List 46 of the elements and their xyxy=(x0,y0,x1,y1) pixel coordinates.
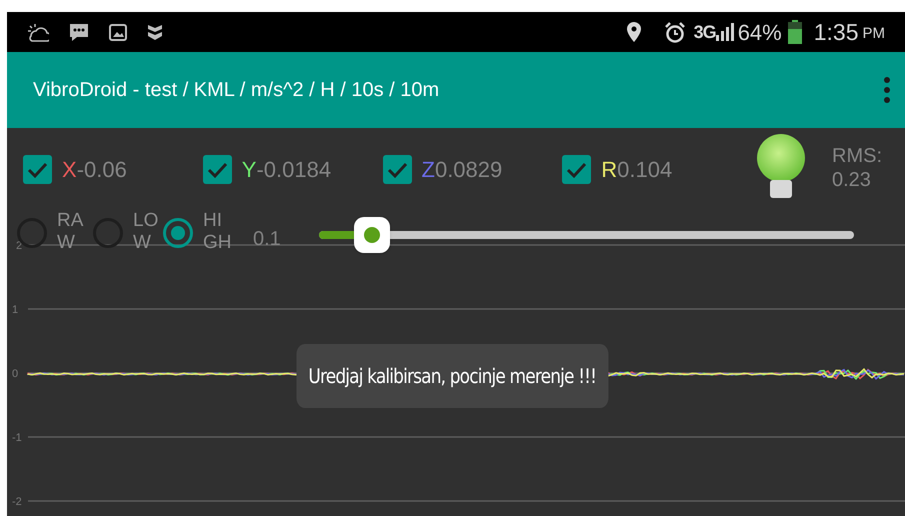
channel-letter: X xyxy=(62,156,77,184)
message-icon xyxy=(69,22,89,42)
axis-tick-label: -1 xyxy=(12,432,22,444)
channel-value: 0.104 xyxy=(617,156,672,184)
radio-label: LOW xyxy=(133,210,160,254)
check-icon xyxy=(206,160,228,178)
slider-thumb[interactable] xyxy=(354,217,390,253)
channel-value: -0.06 xyxy=(76,156,127,184)
radio-button[interactable] xyxy=(163,218,193,248)
weather-icon xyxy=(27,22,49,42)
check-icon xyxy=(386,160,408,178)
image-icon xyxy=(109,24,127,40)
rms-value: 0.23 xyxy=(832,168,872,192)
checkbox[interactable] xyxy=(562,155,592,184)
alarm-icon xyxy=(664,22,686,42)
radio-label: RAW xyxy=(57,210,84,254)
check-icon xyxy=(566,160,588,178)
radio-button[interactable] xyxy=(93,218,123,248)
signal-icon xyxy=(716,23,734,41)
radio-button[interactable] xyxy=(17,218,47,248)
rms-label: RMS: xyxy=(832,144,882,168)
channel-letter: Z xyxy=(422,156,435,184)
axis-tick-label: 0 xyxy=(12,368,18,380)
clock-period: PM xyxy=(862,24,885,44)
check-icon xyxy=(27,160,48,178)
channel-value: -0.0184 xyxy=(256,156,332,184)
cutoff-reading: 0.1 xyxy=(253,227,281,252)
app-title: VibroDroid - test / KML / m/s^2 / H / 10s / 10m xyxy=(33,78,440,103)
checkbox[interactable] xyxy=(23,155,52,184)
toast-message: Uredjaj kalibirsan, pocinje merenje !!! xyxy=(296,344,608,408)
axis-tick-label: 1 xyxy=(12,304,18,316)
clock-time: 1:35 xyxy=(814,18,858,47)
radio-label: HIGH xyxy=(203,210,232,254)
network-type: 3G xyxy=(694,20,716,44)
axis-tick-label: 2 xyxy=(16,240,22,252)
axis-tick-label: -2 xyxy=(12,496,22,508)
channel-value: 0.0829 xyxy=(434,156,502,184)
location-pin-icon xyxy=(626,22,642,42)
overflow-menu-icon[interactable] xyxy=(883,77,891,103)
channel-letter: R xyxy=(601,156,618,184)
chevrons-icon xyxy=(147,24,163,40)
checkbox[interactable] xyxy=(382,155,412,184)
battery-icon xyxy=(788,20,802,44)
battery-percent: 64% xyxy=(738,18,782,46)
checkbox[interactable] xyxy=(202,155,232,184)
channel-letter: Y xyxy=(242,156,256,184)
